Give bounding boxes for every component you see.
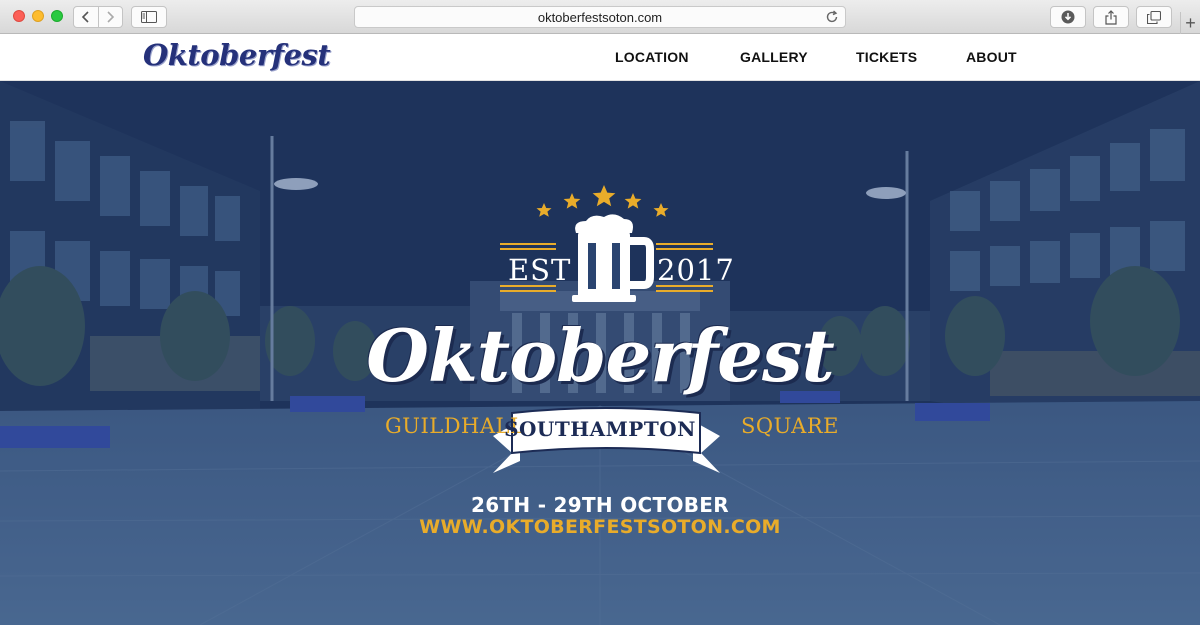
address-text: oktoberfestsoton.com bbox=[537, 9, 663, 25]
tabs-icon bbox=[1147, 10, 1161, 24]
share-icon bbox=[1105, 9, 1117, 25]
star-icon bbox=[536, 203, 552, 217]
share-button[interactable] bbox=[1093, 6, 1129, 28]
star-icon bbox=[624, 193, 642, 209]
site-logo[interactable]: Oktoberfest bbox=[143, 38, 331, 72]
browser-toolbar: oktoberfestsoton.com + bbox=[0, 0, 1200, 34]
tab-overview-button[interactable] bbox=[1136, 6, 1172, 28]
zoom-window-button[interactable] bbox=[51, 10, 63, 22]
plus-icon: + bbox=[1185, 12, 1196, 33]
nav-gallery-link[interactable]: GALLERY bbox=[740, 49, 808, 65]
nav-location-link[interactable]: LOCATION bbox=[615, 49, 689, 65]
site-header: Oktoberfest LOCATION GALLERY TICKETS ABO… bbox=[0, 34, 1200, 81]
hero-title: Oktoberfest bbox=[366, 313, 835, 398]
hero-section: EST 2017 Oktoberfest GUILDHALL SOUTHAMPT… bbox=[0, 81, 1200, 625]
star-icon bbox=[653, 203, 669, 217]
download-icon bbox=[1061, 10, 1075, 24]
reload-icon[interactable] bbox=[825, 10, 839, 24]
history-buttons bbox=[73, 6, 123, 28]
address-bar[interactable]: oktoberfestsoton.com bbox=[354, 6, 846, 28]
back-button[interactable] bbox=[74, 7, 98, 27]
chevron-left-icon bbox=[81, 11, 89, 23]
forward-button[interactable] bbox=[97, 7, 123, 27]
venue-right-text: SQUARE bbox=[741, 414, 839, 438]
star-icon bbox=[592, 185, 616, 207]
chevron-right-icon bbox=[107, 11, 115, 23]
sidebar-toggle-button[interactable] bbox=[131, 6, 167, 28]
established-year: 2017 bbox=[657, 253, 735, 287]
star-icon bbox=[563, 193, 581, 209]
nav-tickets-link[interactable]: TICKETS bbox=[856, 49, 917, 65]
city-banner-text: SOUTHAMPTON bbox=[504, 417, 696, 441]
new-tab-button[interactable]: + bbox=[1180, 12, 1200, 34]
nav-about-link[interactable]: ABOUT bbox=[966, 49, 1017, 65]
close-window-button[interactable] bbox=[13, 10, 25, 22]
downloads-button[interactable] bbox=[1050, 6, 1086, 28]
est-label: EST bbox=[508, 253, 572, 287]
sidebar-icon bbox=[141, 11, 157, 23]
minimize-window-button[interactable] bbox=[32, 10, 44, 22]
beer-mug-icon bbox=[572, 214, 654, 302]
event-dates: 26TH - 29TH OCTOBER bbox=[471, 493, 729, 517]
festival-emblem: EST 2017 Oktoberfest GUILDHALL SOUTHAMPT… bbox=[0, 81, 1200, 625]
website-link[interactable]: WWW.OKTOBERFESTSOTON.COM bbox=[0, 516, 1200, 538]
